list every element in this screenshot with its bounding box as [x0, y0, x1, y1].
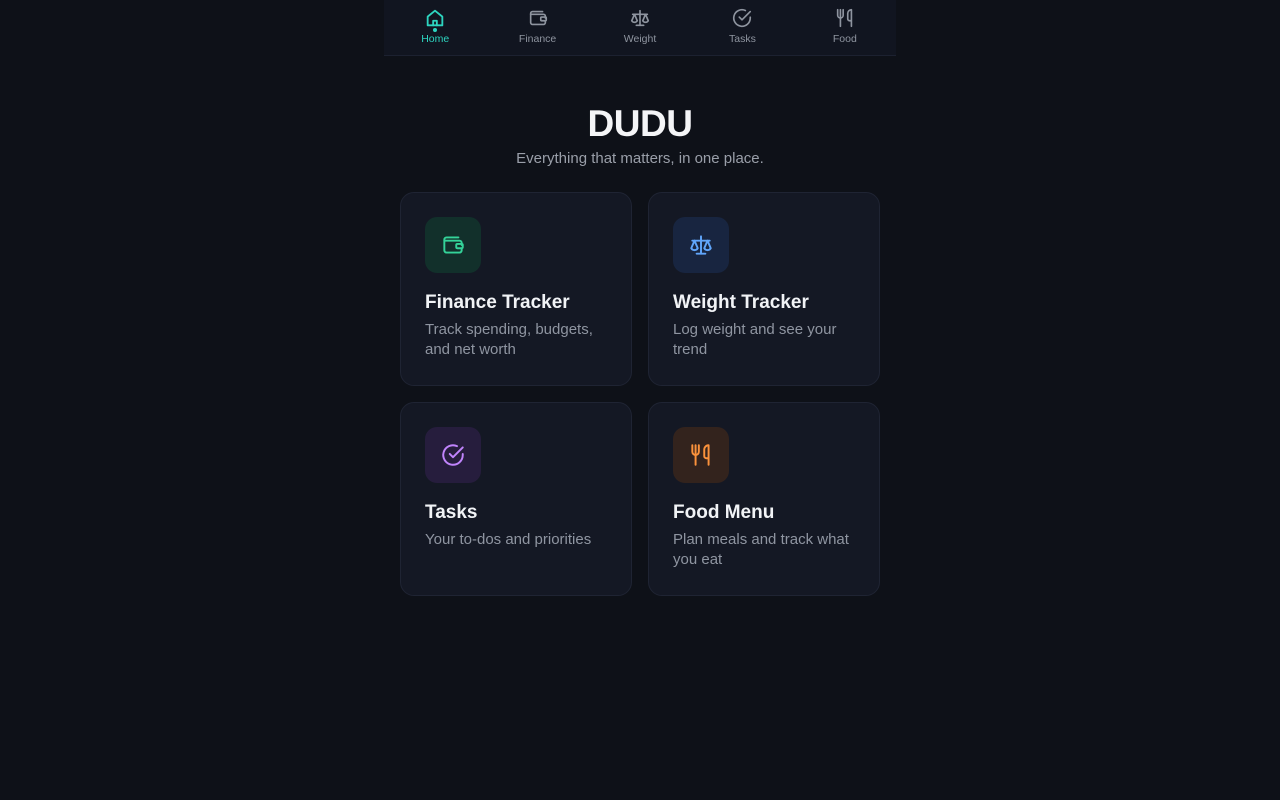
check-circle-icon [442, 444, 464, 466]
nav-item-weight[interactable]: Weight [589, 0, 691, 55]
nav-label-home: Home [421, 33, 450, 45]
tasks-card[interactable]: Tasks Your to-dos and priorities [400, 402, 632, 596]
card-title: Finance Tracker [425, 292, 570, 313]
wallet-icon [527, 7, 549, 29]
card-description: Track spending, budgets, and net worth [425, 321, 593, 358]
finance-tracker-card[interactable]: Finance Tracker Track spending, budgets,… [400, 192, 632, 386]
feature-card-grid: Finance Tracker Track spending, budgets,… [400, 192, 880, 596]
scale-icon [629, 7, 651, 29]
card-description: Plan meals and track what you eat [673, 531, 849, 568]
check-circle-icon [731, 7, 753, 29]
card-description: Your to-dos and priorities [425, 531, 592, 548]
utensils-icon [691, 444, 710, 466]
utensils-icon [834, 7, 856, 29]
hero-section: DUDU Everything that matters, in one pla… [384, 100, 896, 169]
weight-tracker-card[interactable]: Weight Tracker Log weight and see your t… [648, 192, 880, 386]
card-title: Food Menu [673, 502, 775, 523]
card-title: Weight Tracker [673, 292, 809, 313]
active-indicator-dot [433, 28, 438, 32]
food-card-icon-tile [673, 427, 729, 483]
nav-label-weight: Weight [623, 33, 657, 45]
food-menu-card[interactable]: Food Menu Plan meals and track what you … [648, 402, 880, 596]
wallet-icon [443, 236, 464, 254]
tasks-card-icon-tile [425, 427, 481, 483]
home-icon [424, 7, 446, 29]
finance-card-icon-tile [425, 217, 481, 273]
nav-label-finance: Finance [518, 33, 557, 45]
nav-item-tasks[interactable]: Tasks [691, 0, 793, 55]
page-title: DUDU [587, 103, 693, 144]
nav-item-food[interactable]: Food [794, 0, 896, 55]
bottom-nav-bar: Home Finance Weight Tasks Food [384, 0, 896, 56]
nav-label-tasks: Tasks [729, 33, 756, 45]
card-description: Log weight and see your trend [673, 321, 837, 358]
scale-icon [690, 235, 712, 255]
nav-item-home[interactable]: Home [384, 0, 486, 55]
nav-label-food: Food [832, 33, 857, 45]
page-subtitle: Everything that matters, in one place. [516, 150, 764, 167]
card-title: Tasks [425, 502, 478, 523]
nav-item-finance[interactable]: Finance [486, 0, 588, 55]
weight-card-icon-tile [673, 217, 729, 273]
